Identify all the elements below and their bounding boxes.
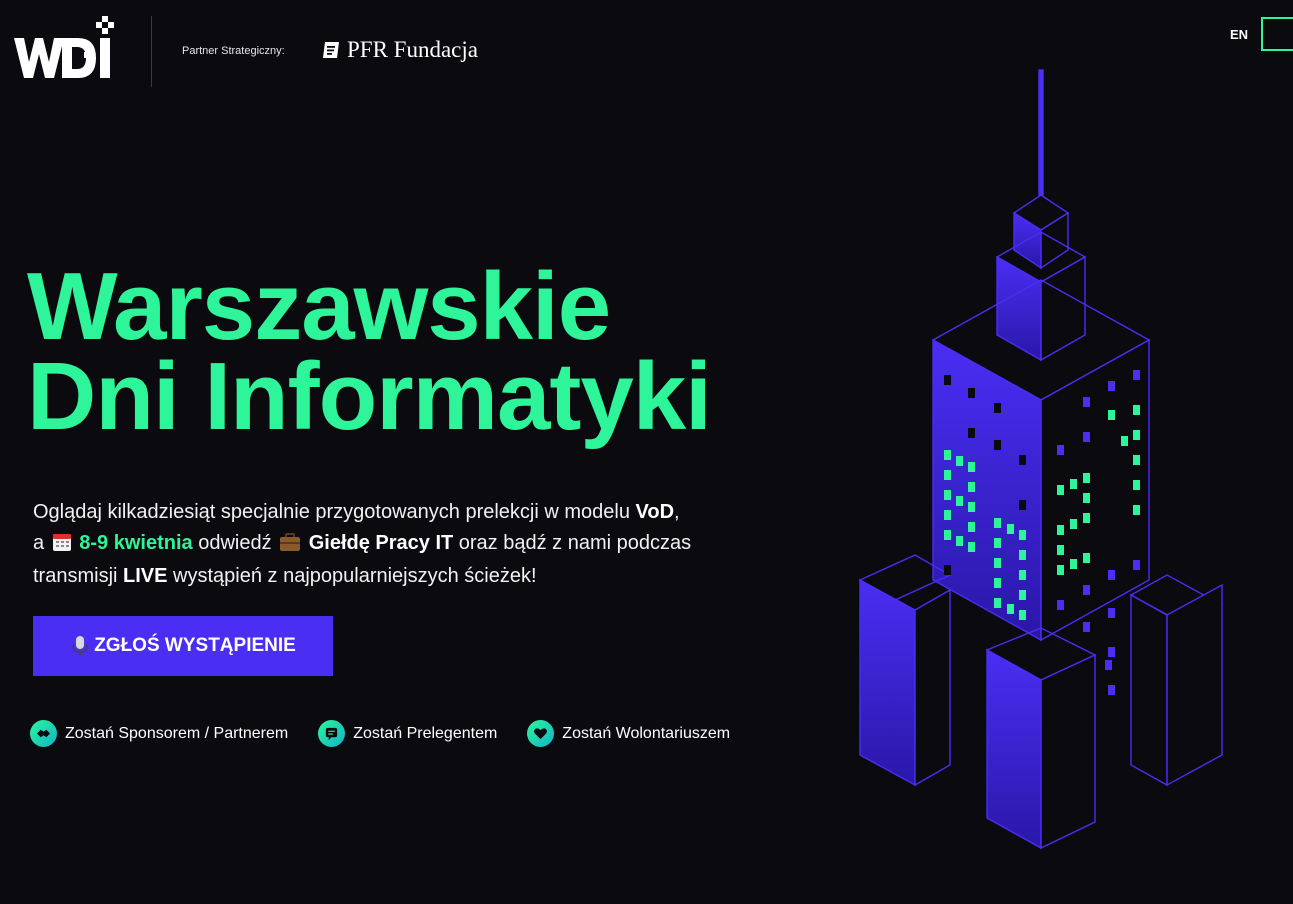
desc-date: 8-9 kwietnia — [79, 531, 193, 554]
microphone-icon — [72, 636, 88, 656]
language-switch[interactable]: EN — [1230, 27, 1248, 42]
desc-text-3: a — [33, 531, 50, 554]
partner-label: Partner Strategiczny: — [182, 45, 285, 57]
submit-talk-button[interactable]: ZGŁOŚ WYSTĄPIENIE — [33, 616, 333, 676]
hero-description: Oglądaj kilkadziesiąt specjalnie przygot… — [33, 497, 753, 592]
desc-text-7: wystąpień z najpopularniejszych ścieżek! — [167, 565, 537, 587]
wdi-logo-mark — [14, 16, 114, 78]
become-speaker-link[interactable]: Zostań Prelegentem — [318, 720, 497, 747]
desc-text-1: Oglądaj kilkadziesiąt specjalnie przygot… — [33, 501, 636, 523]
submit-talk-label: ZGŁOŚ WYSTĄPIENIE — [94, 635, 296, 656]
partner-name: PFR Fundacja — [347, 37, 478, 62]
become-sponsor-link[interactable]: Zostań Sponsorem / Partnerem — [30, 720, 288, 747]
briefcase-icon — [279, 531, 301, 562]
desc-text-5: oraz bądź z nami podczas — [453, 531, 692, 554]
desc-vod: VoD — [635, 501, 675, 523]
page-title: Warszawskie Dni Informatyki — [27, 253, 712, 450]
desc-text-2: , — [674, 501, 680, 523]
calendar-icon — [52, 531, 72, 562]
palace-illustration — [858, 69, 1224, 850]
handshake-icon — [30, 720, 57, 747]
title-line-1: Warszawskie — [27, 253, 611, 360]
menu-button[interactable] — [1261, 17, 1293, 51]
chat-icon — [318, 720, 346, 747]
engagement-links: Zostań Sponsorem / Partnerem Zostań Prel… — [30, 720, 760, 747]
become-volunteer-link[interactable]: Zostań Wolontariuszem — [527, 720, 730, 747]
pfr-icon — [323, 42, 339, 58]
desc-live: LIVE — [123, 565, 168, 587]
desc-text-6: transmisji — [33, 565, 124, 587]
title-line-2: Dni Informatyki — [27, 343, 712, 450]
become-speaker-label: Zostań Prelegentem — [353, 724, 498, 742]
heart-icon — [527, 720, 555, 747]
wdi-logo[interactable] — [14, 14, 118, 82]
become-volunteer-label: Zostań Wolontariuszem — [562, 724, 731, 742]
desc-job-fair: Giełdę Pracy IT — [308, 531, 454, 554]
header-divider — [151, 16, 152, 87]
desc-text-4: odwiedź — [192, 531, 278, 554]
become-sponsor-label: Zostań Sponsorem / Partnerem — [65, 724, 289, 742]
pfr-fundacja-logo[interactable]: PFR Fundacja — [322, 37, 478, 63]
